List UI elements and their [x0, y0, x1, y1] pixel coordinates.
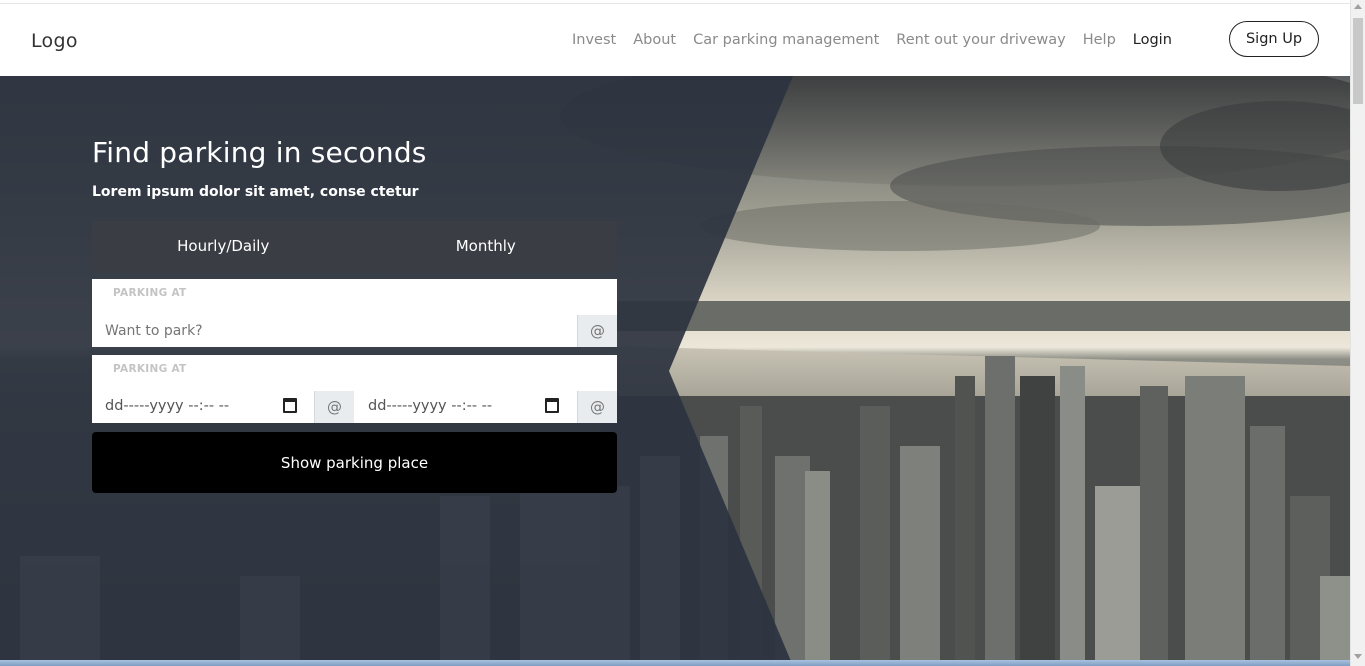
scrollbar-thumb[interactable]: [1353, 18, 1363, 104]
nav-help[interactable]: Help: [1083, 32, 1116, 48]
nav-about[interactable]: About: [633, 32, 676, 48]
hero-title: Find parking in seconds: [92, 136, 427, 169]
start-datetime-input[interactable]: dd-----yyyy --:-- --: [105, 398, 229, 414]
scroll-down-arrow-icon[interactable]: [1354, 654, 1362, 659]
nav-invest[interactable]: Invest: [572, 32, 616, 48]
location-field-group: PARKING AT @: [92, 279, 617, 347]
location-at-addon: @: [577, 315, 617, 347]
site-header: Logo Invest About Car parking management…: [0, 4, 1350, 76]
tab-monthly[interactable]: Monthly: [355, 221, 618, 271]
hero-section: Find parking in seconds Lorem ipsum dolo…: [0, 76, 1350, 666]
hero-subtitle: Lorem ipsum dolor sit amet, conse ctetur: [92, 184, 419, 200]
end-at-addon: @: [577, 391, 617, 423]
booking-type-tabs: Hourly/Daily Monthly: [92, 221, 617, 271]
nav-rent-out-driveway[interactable]: Rent out your driveway: [896, 32, 1065, 48]
end-calendar-icon[interactable]: [545, 398, 559, 413]
main-nav: Invest About Car parking management Rent…: [572, 4, 1189, 76]
start-at-addon: @: [314, 391, 354, 423]
scroll-up-arrow-icon[interactable]: [1354, 4, 1362, 9]
datetime-field-label: PARKING AT: [113, 363, 187, 375]
location-input[interactable]: [105, 315, 575, 347]
logo[interactable]: Logo: [31, 30, 78, 52]
location-field-label: PARKING AT: [113, 287, 187, 299]
start-calendar-icon[interactable]: [283, 398, 297, 413]
signup-button[interactable]: Sign Up: [1229, 21, 1319, 57]
login-link[interactable]: Login: [1133, 32, 1172, 48]
datetime-field-group: PARKING AT dd-----yyyy --:-- -- @ dd----…: [92, 355, 617, 423]
page-scrollbar[interactable]: [1350, 0, 1365, 666]
nav-car-parking-management[interactable]: Car parking management: [693, 32, 879, 48]
show-parking-button[interactable]: Show parking place: [92, 432, 617, 493]
end-datetime-input[interactable]: dd-----yyyy --:-- --: [368, 398, 492, 414]
os-taskbar-edge: [0, 660, 1350, 666]
tab-hourly-daily[interactable]: Hourly/Daily: [92, 221, 355, 271]
